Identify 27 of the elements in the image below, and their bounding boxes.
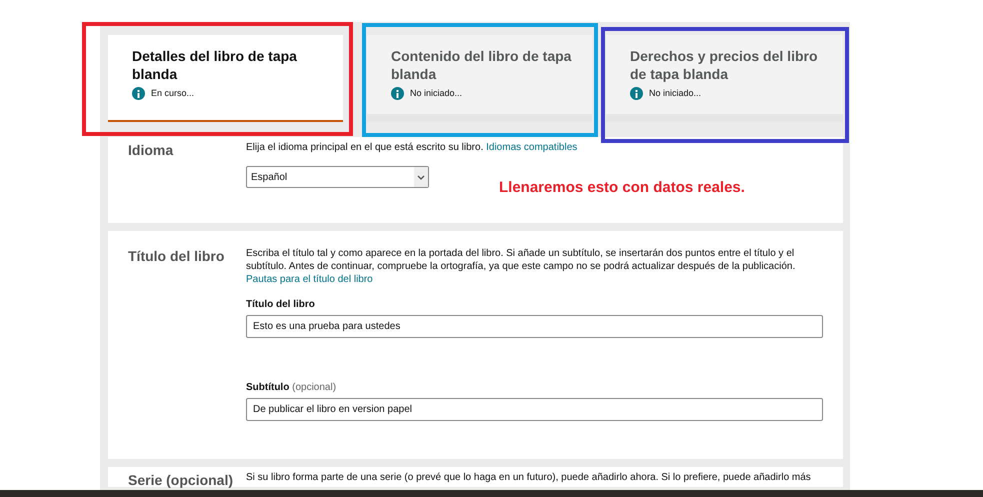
help-link[interactable]: Idiomas compatibles [486,142,578,153]
tab-title: Contenido del libro de tapa blanda [391,47,572,83]
status-text: No iniciado... [649,87,702,100]
input-field[interactable]: Esto es una prueba para ustedes [246,315,823,338]
tab[interactable]: Detalles del libro de tapa blanda En curso... [108,35,343,122]
language-dropdown[interactable]: Español [246,166,429,188]
section-label: Idioma [128,141,174,160]
field-label: Título del libro [246,298,316,312]
info-icon [391,87,404,100]
info-icon [630,87,643,100]
description-text: Elija el idioma principal en el que está escrito su libro. Idiomas compatibles [246,141,578,154]
section-label: Serie (opcional) [128,471,234,487]
info-icon [132,87,145,100]
chevron-down-icon [417,174,425,180]
field-label: Subtítulo (opcional) [246,381,338,395]
tab-title: Derechos y precios del libro de tapa blanda [630,47,819,83]
section-label: Título del libro [128,247,226,266]
status-text: En curso... [151,87,194,100]
input-field[interactable]: De publicar el libro en version papel [246,398,823,421]
tab-title: Detalles del libro de tapa blanda [132,47,298,83]
description-text: Escriba el título tal y como aparece en la portada del libro. Si añade un subtítulo, se insertarán dos puntos entre el título y el subtítulo. Antes de continuar, compruebe la ortografía, ya que este campo no se podrá actualizar después de la publicación. Pautas para el título del libro [246,247,796,286]
description-text: Si su libro forma parte de una serie (o prevé que lo haga en un futuro), puede añadirlo ahora. Si lo prefiere, puede añadirlo más [246,471,812,484]
tab[interactable]: Derechos y precios del libro de tapa blanda No iniciado... [606,35,843,122]
status-text: No iniciado... [410,87,462,100]
help-link[interactable]: Pautas para el título del libro [246,274,373,285]
annotation-text: Llenaremos esto con datos reales. [499,178,745,198]
tab[interactable]: Contenido del libro de tapa blanda No iniciado... [367,35,592,122]
